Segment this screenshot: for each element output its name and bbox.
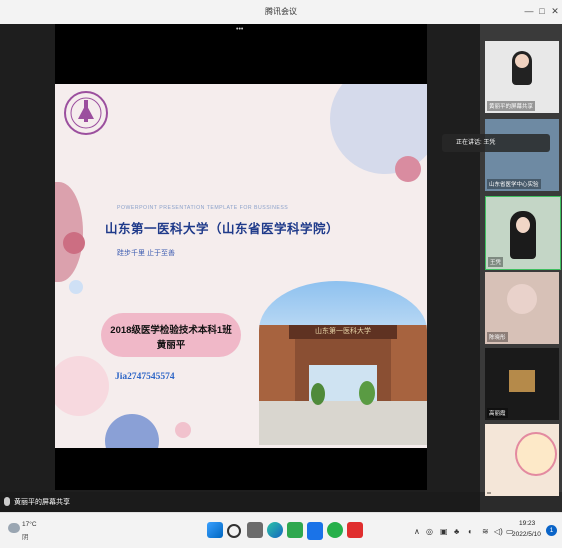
participant-tile[interactable] <box>485 424 559 496</box>
participant-tile-active[interactable]: 王凭 <box>485 196 561 270</box>
notification-badge[interactable]: 1 <box>546 525 557 536</box>
participant-tile[interactable]: 高丽霞 <box>485 348 559 420</box>
decor-blob <box>55 356 109 416</box>
university-name: 山东第一医科大学（山东省医学科学院） <box>105 222 340 236</box>
edge-icon[interactable] <box>267 522 283 538</box>
mic-icon <box>4 497 10 506</box>
tray-icon[interactable]: ◐ <box>468 527 473 536</box>
ppt-template-text: POWERPOINT PRESENTATION TEMPLATE FOR BUS… <box>117 205 289 211</box>
windows-taskbar: 17°C 阴 ∧ ◎ ▣ ♣ ◐ ≋ ◁) ▭ 19:23 2022/5/10 … <box>0 512 562 548</box>
participant-name: 陈晓彤 <box>487 332 508 342</box>
id-text: Jia2747545574 <box>115 372 175 382</box>
tencent-meeting-icon[interactable] <box>307 522 323 540</box>
tray-icon[interactable]: ◎ <box>426 527 433 536</box>
green-app-icon[interactable] <box>327 522 343 538</box>
window-title: 腾讯会议 <box>265 7 297 16</box>
tray-icon[interactable]: ▣ <box>440 527 448 536</box>
start-icon[interactable] <box>207 522 223 538</box>
close-icon[interactable]: ✕ <box>548 4 562 18</box>
decor-blob <box>105 414 159 448</box>
campus-gate-photo: 山东第一医科大学 <box>259 281 427 445</box>
chevron-up-icon[interactable]: ∧ <box>414 527 420 536</box>
presentation-slide: POWERPOINT PRESENTATION TEMPLATE FOR BUS… <box>55 84 427 448</box>
screen-share-label: 黄丽平的屏幕共享 <box>14 499 70 506</box>
clock-date[interactable]: 2022/5/10 <box>512 531 541 538</box>
search-icon[interactable] <box>227 524 241 538</box>
weather-temp: 17°C <box>22 521 37 528</box>
task-view-icon[interactable] <box>247 522 263 538</box>
decor-blob <box>175 422 191 438</box>
class-name: 2018级医学检验技术本科1班 <box>110 325 232 336</box>
volume-icon[interactable]: ◁) <box>494 527 503 536</box>
title-bar: 腾讯会议 — □ ✕ <box>0 0 562 25</box>
weather-icon[interactable] <box>8 523 20 533</box>
weather-condition: 阴 <box>22 534 29 541</box>
university-motto: 跬步千里 止于至善 <box>117 250 175 257</box>
presenter-name: 黄丽平 <box>156 340 186 351</box>
gate-inscription: 山东第一医科大学 <box>289 325 397 339</box>
cartoon-sticker-icon <box>515 432 557 476</box>
minimize-icon[interactable]: — <box>522 4 536 18</box>
decor-blob <box>63 232 85 254</box>
class-info-box: 2018级医学检验技术本科1班 黄丽平 <box>101 313 241 357</box>
maximize-icon[interactable]: □ <box>535 4 549 18</box>
participant-name: 山东省医学中心实验 <box>487 179 541 189</box>
participant-tile[interactable]: 黄丽平的屏幕共享 <box>485 41 559 113</box>
screen-share-bar: 黄丽平的屏幕共享 <box>0 492 480 512</box>
participant-name: 黄丽平的屏幕共享 <box>487 101 536 111</box>
wifi-icon[interactable]: ≋ <box>482 527 489 536</box>
speaking-indicator: 正在讲话: 王凭 <box>442 134 550 152</box>
participant-name: 高丽霞 <box>487 408 508 418</box>
participant-name <box>487 492 491 494</box>
tray-icon[interactable]: ♣ <box>454 527 459 536</box>
participant-tile[interactable]: 山东省医学中心实验 <box>485 119 559 191</box>
participant-name: 王凭 <box>488 257 504 267</box>
clock-time[interactable]: 19:23 <box>519 520 535 527</box>
university-logo <box>64 91 108 135</box>
wps-icon[interactable] <box>347 522 363 538</box>
participant-tile[interactable]: 陈晓彤 <box>485 272 559 344</box>
decor-blob <box>395 156 421 182</box>
wechat-icon[interactable] <box>287 522 303 538</box>
drag-handle-icon[interactable]: ••• <box>236 26 243 33</box>
speaking-label: 正在讲话: 王凭 <box>456 140 496 146</box>
decor-blob <box>69 280 83 294</box>
